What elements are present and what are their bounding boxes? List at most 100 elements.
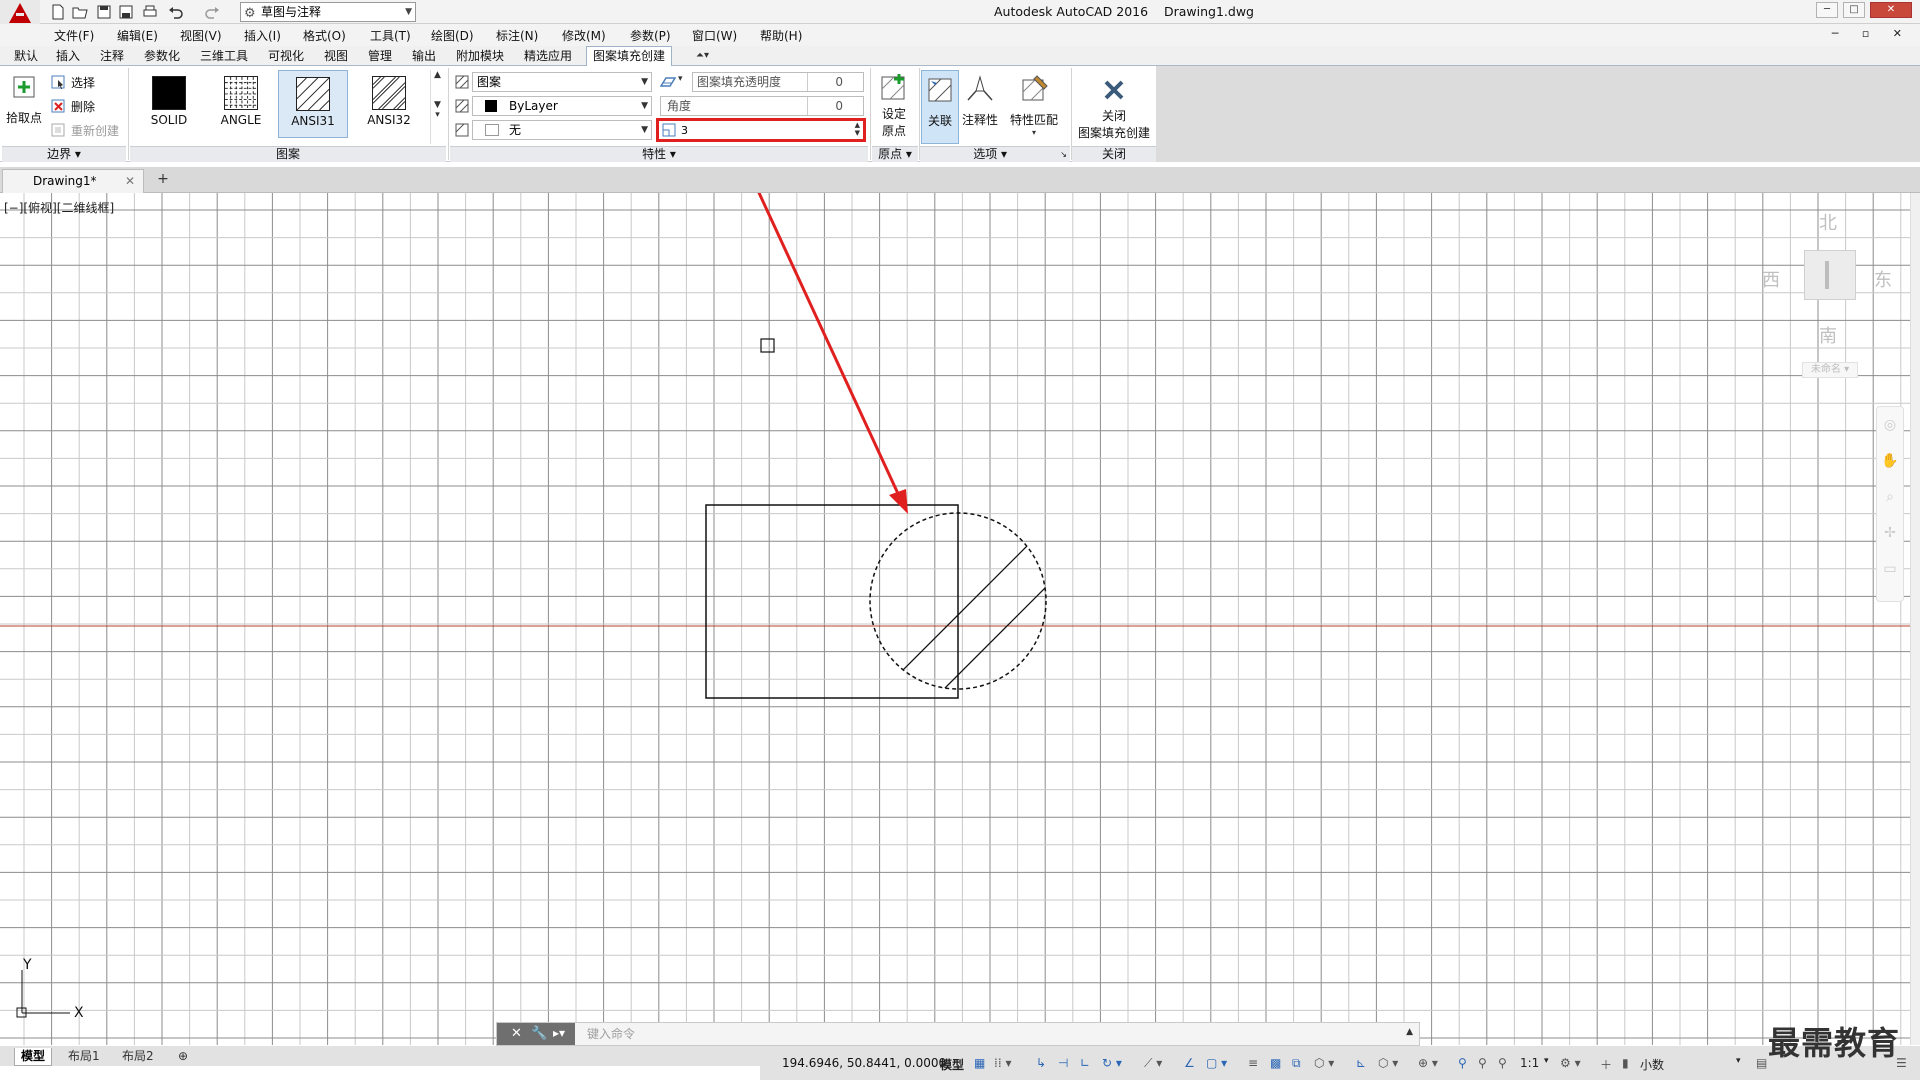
document-tab-drawing1[interactable]: Drawing1* ✕ [2, 169, 144, 193]
layout-tab-2[interactable]: 布局2 [116, 1048, 160, 1066]
menu-view[interactable]: 视图(V) [180, 27, 222, 44]
tab-output[interactable]: 输出 [412, 48, 436, 66]
pattern-angle[interactable]: ANGLE [206, 70, 276, 138]
customize-wrench-icon[interactable]: 🔧 [531, 1026, 547, 1041]
background-color-dropdown[interactable]: 无 ▼ [472, 120, 652, 140]
menu-parametric[interactable]: 参数(P) [630, 27, 671, 44]
options-panel-title[interactable]: 选项 ▾ ↘ [920, 146, 1070, 162]
document-window-controls[interactable]: ─ ▫ ✕ [1832, 27, 1912, 40]
navigation-bar[interactable]: ◎ ✋ ⌕ ✢ ▭ [1876, 406, 1904, 602]
workspace-switch-gear-icon[interactable]: ⚙ ▾ [1560, 1056, 1581, 1070]
close-command-icon[interactable]: ✕ [511, 1026, 522, 1041]
transparency-toggle-icon[interactable]: ▩ [1270, 1056, 1281, 1070]
showmotion-icon[interactable]: ▭ [1877, 551, 1903, 587]
dynamic-ucs-icon[interactable]: ⊾ [1356, 1056, 1366, 1070]
zoom-icon[interactable]: ⌕ [1877, 479, 1903, 515]
close-tab-icon[interactable]: ✕ [125, 170, 135, 192]
tab-view[interactable]: 视图 [324, 48, 348, 66]
open-file-icon[interactable] [72, 4, 88, 20]
menu-format[interactable]: 格式(O) [303, 27, 346, 44]
menu-draw[interactable]: 绘图(D) [431, 27, 474, 44]
boundary-panel-title[interactable]: 边界 ▾ [2, 146, 126, 162]
tab-insert[interactable]: 插入 [56, 48, 80, 66]
units-dropdown-chevron-icon[interactable]: ▾ [1736, 1056, 1741, 1066]
ribbon-minimize-icon[interactable]: ⏶▾ [696, 48, 709, 66]
pattern-solid[interactable]: SOLID [134, 70, 204, 138]
tab-addins[interactable]: 附加模块 [456, 48, 504, 66]
remove-boundary-button[interactable]: 删除 [71, 98, 95, 115]
annotation-monitor-icon[interactable]: ＋ [1600, 1056, 1612, 1073]
associative-button[interactable]: 关联 [921, 70, 959, 144]
save-icon[interactable] [96, 4, 112, 20]
selection-cycling-icon[interactable]: ⧉ [1292, 1056, 1301, 1071]
minimize-button[interactable]: ─ [1816, 2, 1838, 18]
annotation-scale-icon[interactable]: ⚲ [1498, 1056, 1507, 1070]
hatch-scale-field[interactable]: 3 ▲ ▼ [656, 118, 866, 142]
match-properties-button[interactable]: 特性匹配 ▾ [1008, 70, 1060, 144]
viewcube-south[interactable]: 南 [1819, 322, 1837, 348]
tab-annotate[interactable]: 注释 [100, 48, 124, 66]
menu-tools[interactable]: 工具(T) [370, 27, 411, 44]
viewport-controls-label[interactable]: [−][俯视][二维线框] [4, 199, 114, 216]
object-snap-icon[interactable]: ▢ ▾ [1206, 1056, 1227, 1070]
snap-mode-icon[interactable]: ⁞⁞ ▾ [994, 1056, 1011, 1070]
quick-properties-icon[interactable]: ▤ [1756, 1056, 1767, 1070]
menu-help[interactable]: 帮助(H) [760, 27, 802, 44]
viewcube-north[interactable]: 北 [1819, 209, 1837, 235]
pattern-gallery-scroll[interactable]: ▲ ▼ ▾ [430, 70, 444, 144]
annotation-visibility-icon[interactable]: ⚲ [1458, 1056, 1467, 1070]
tab-visualize[interactable]: 可视化 [268, 48, 304, 66]
isometric-drafting-icon[interactable]: ⟋ ▾ [1144, 1056, 1162, 1071]
infer-constraints-icon[interactable]: ↳ [1036, 1056, 1046, 1070]
layout-tab-model[interactable]: 模型 [14, 1048, 53, 1066]
layout-tab-1[interactable]: 布局1 [62, 1048, 106, 1066]
menu-insert[interactable]: 插入(I) [244, 27, 281, 44]
command-input[interactable]: 键入命令 [581, 1025, 1401, 1043]
3d-object-snap-icon[interactable]: ⬡ ▾ [1314, 1056, 1334, 1070]
chevron-down-icon[interactable]: ▾ [1544, 1056, 1549, 1066]
annotation-scale-value[interactable]: 1:1 [1520, 1056, 1539, 1070]
tab-default[interactable]: 默认 [14, 48, 38, 66]
select-boundary-icon[interactable] [50, 74, 66, 90]
close-hatch-creation-button[interactable]: 关闭 图案填充创建 [1074, 70, 1154, 144]
pattern-ansi32[interactable]: ANSI32 [354, 70, 424, 138]
polar-tracking-icon[interactable]: ↻ ▾ [1102, 1056, 1122, 1070]
application-menu-button[interactable] [0, 0, 40, 26]
pick-points-button[interactable]: 拾取点 [4, 70, 44, 144]
menu-window[interactable]: 窗口(W) [692, 27, 737, 44]
spinner-arrows-icon[interactable]: ▲ ▼ [855, 121, 860, 137]
steering-wheel-icon[interactable]: ◎ [1877, 407, 1903, 443]
pan-icon[interactable]: ✋ [1877, 443, 1903, 479]
object-snap-tracking-icon[interactable]: ∠ [1184, 1056, 1195, 1070]
tab-featured-apps[interactable]: 精选应用 [524, 48, 572, 66]
maximize-button[interactable]: □ [1843, 2, 1865, 18]
set-origin-button[interactable]: 设定 原点 [874, 70, 914, 144]
model-space-button[interactable]: 模型 [940, 1056, 964, 1073]
workspace-dropdown[interactable]: ⚙ 草图与注释 ▼ [240, 2, 416, 22]
vertical-scrollbar[interactable] [1910, 193, 1920, 1045]
viewcube-east[interactable]: 东 [1874, 266, 1892, 292]
close-button[interactable]: ✕ [1870, 2, 1912, 18]
menu-file[interactable]: 文件(F) [54, 27, 94, 44]
properties-panel-title[interactable]: 特性 ▾ [450, 146, 868, 162]
tab-hatch-creation[interactable]: 图案填充创建 [586, 46, 673, 66]
ortho-mode-icon[interactable]: ∟ [1080, 1056, 1090, 1070]
dynamic-input-icon[interactable]: ⊣ [1058, 1056, 1068, 1070]
selection-filter-icon[interactable]: ⬡ ▾ [1378, 1056, 1398, 1070]
recent-commands-icon[interactable]: ▸▾ [553, 1026, 565, 1040]
hatch-type-dropdown[interactable]: 图案 ▼ [472, 72, 652, 92]
menu-dimension[interactable]: 标注(N) [496, 27, 538, 44]
drawing-canvas[interactable]: XY [−][俯视][二维线框] [0, 193, 1910, 1045]
save-as-icon[interactable] [118, 4, 134, 20]
hatch-color-dropdown[interactable]: ByLayer ▼ [472, 96, 652, 116]
units-value[interactable]: 小数 [1640, 1056, 1664, 1073]
tab-manage[interactable]: 管理 [368, 48, 392, 66]
remove-boundary-icon[interactable] [50, 98, 66, 114]
menu-edit[interactable]: 编辑(E) [117, 27, 158, 44]
grid-display-icon[interactable]: ▦ [974, 1056, 985, 1070]
new-tab-button[interactable]: + [150, 171, 176, 189]
redo-icon[interactable] [204, 4, 220, 20]
tab-parametric[interactable]: 参数化 [144, 48, 180, 66]
orbit-icon[interactable]: ✢ [1877, 515, 1903, 551]
command-history-chevron-icon[interactable]: ▲ [1406, 1027, 1413, 1037]
